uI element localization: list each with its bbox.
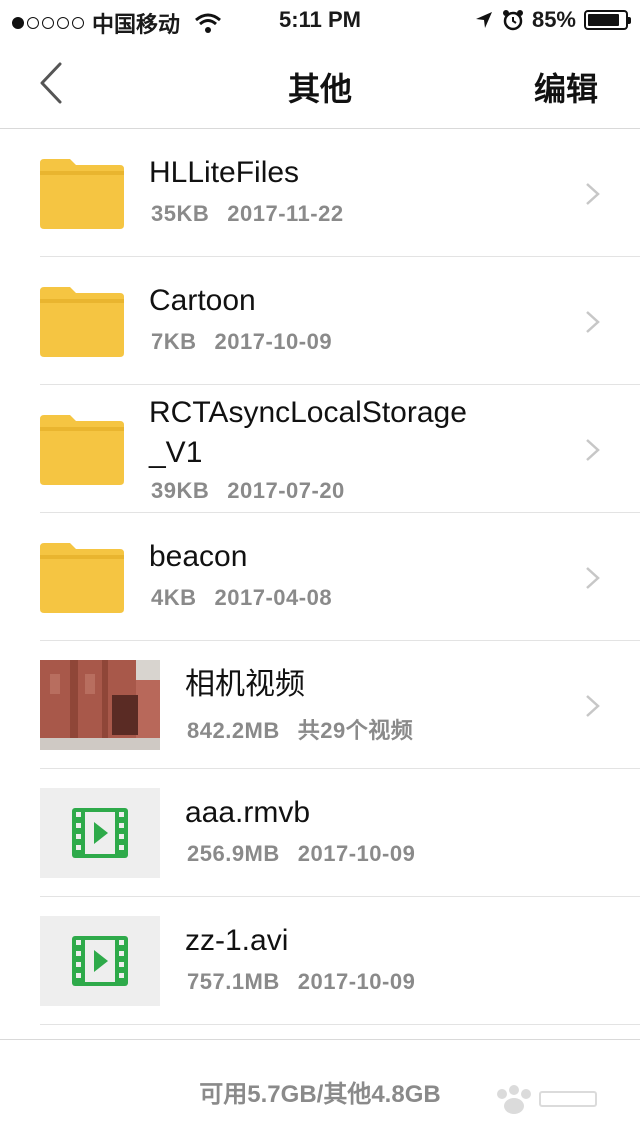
file-name: aaa.rmvb (185, 796, 311, 829)
file-meta: 842.2MB 共29个视频 (187, 713, 413, 745)
file-name: RCTAsyncLocalStorage _V1 (149, 393, 467, 473)
location-arrow-icon (475, 12, 492, 28)
battery-percent: 85% (531, 7, 576, 32)
chevron-right-icon (586, 567, 600, 589)
file-date: 2017-10-09 (297, 841, 416, 866)
file-date: 2017-10-09 (214, 329, 333, 354)
file-date: 2017-10-09 (297, 969, 416, 994)
battery-icon (584, 10, 631, 30)
folder-icon (40, 537, 124, 614)
navigation-bar: 其他 编辑 (0, 40, 640, 129)
file-name: zz-1.avi (185, 924, 289, 957)
file-size: 842.2MB (187, 718, 280, 743)
list-item-album-camera-videos[interactable]: 相机视频 842.2MB 共29个视频 (40, 641, 640, 769)
list-item-folder-beacon[interactable]: beacon 4KB 2017-04-08 (40, 513, 640, 641)
video-file-icon (72, 808, 128, 858)
file-size: 35KB (151, 201, 210, 226)
video-thumbnail (40, 916, 160, 1006)
video-thumbnail (40, 788, 160, 878)
file-meta: 4KB 2017-04-08 (151, 585, 332, 611)
file-name-line-1: RCTAsyncLocalStorage (149, 396, 467, 429)
chevron-right-icon (586, 695, 600, 717)
watermark-logo (497, 1085, 597, 1114)
file-date: 2017-07-20 (227, 478, 345, 503)
file-date: 2017-11-22 (227, 201, 344, 226)
alarm-icon (502, 10, 523, 31)
file-meta: 256.9MB 2017-10-09 (187, 841, 415, 867)
building-photo-icon (40, 660, 160, 750)
file-date: 2017-04-08 (214, 585, 333, 610)
status-right: 85% (474, 7, 631, 33)
file-name-line-2: _V1 (149, 436, 203, 469)
file-name: beacon (149, 540, 248, 573)
file-name: HLLiteFiles (149, 156, 300, 189)
video-file-icon (72, 936, 128, 986)
file-meta: 35KB 2017-11-22 (151, 201, 344, 227)
list-item-video-zz-1[interactable]: zz-1.avi 757.1MB 2017-10-09 (40, 897, 640, 1025)
file-size: 39KB (151, 478, 210, 503)
file-size: 4KB (151, 585, 197, 610)
file-meta: 7KB 2017-10-09 (151, 329, 332, 355)
status-bar: 中国移动 5:11 PM 85% (0, 0, 640, 40)
video-count: 共29个视频 (297, 718, 414, 743)
file-name: 相机视频 (185, 668, 305, 701)
edit-button[interactable]: 编辑 (534, 64, 598, 110)
chevron-right-icon (586, 183, 600, 205)
folder-icon (40, 409, 124, 486)
chevron-right-icon (586, 311, 600, 333)
file-size: 7KB (151, 329, 197, 354)
album-thumbnail (40, 660, 160, 755)
list-item-folder-hllitefiles[interactable]: HLLiteFiles 35KB 2017-11-22 (40, 129, 640, 257)
folder-icon (40, 281, 124, 358)
file-meta: 757.1MB 2017-10-09 (187, 969, 415, 995)
list-item-video-aaa[interactable]: aaa.rmvb 256.9MB 2017-10-09 (40, 769, 640, 897)
list-item-folder-rctasynclocalstorage[interactable]: RCTAsyncLocalStorage _V1 39KB 2017-07-20 (40, 385, 640, 513)
file-meta: 39KB 2017-07-20 (151, 478, 345, 504)
chevron-right-icon (586, 439, 600, 461)
file-name: Cartoon (149, 284, 256, 317)
file-list: HLLiteFiles 35KB 2017-11-22 Cartoon 7KB 20… (0, 129, 640, 1025)
file-size: 256.9MB (187, 841, 280, 866)
list-item-folder-cartoon[interactable]: Cartoon 7KB 2017-10-09 (40, 257, 640, 385)
file-size: 757.1MB (187, 969, 280, 994)
folder-icon (40, 153, 124, 230)
storage-footer: 可用5.7GB/其他4.8GB (0, 1039, 640, 1136)
